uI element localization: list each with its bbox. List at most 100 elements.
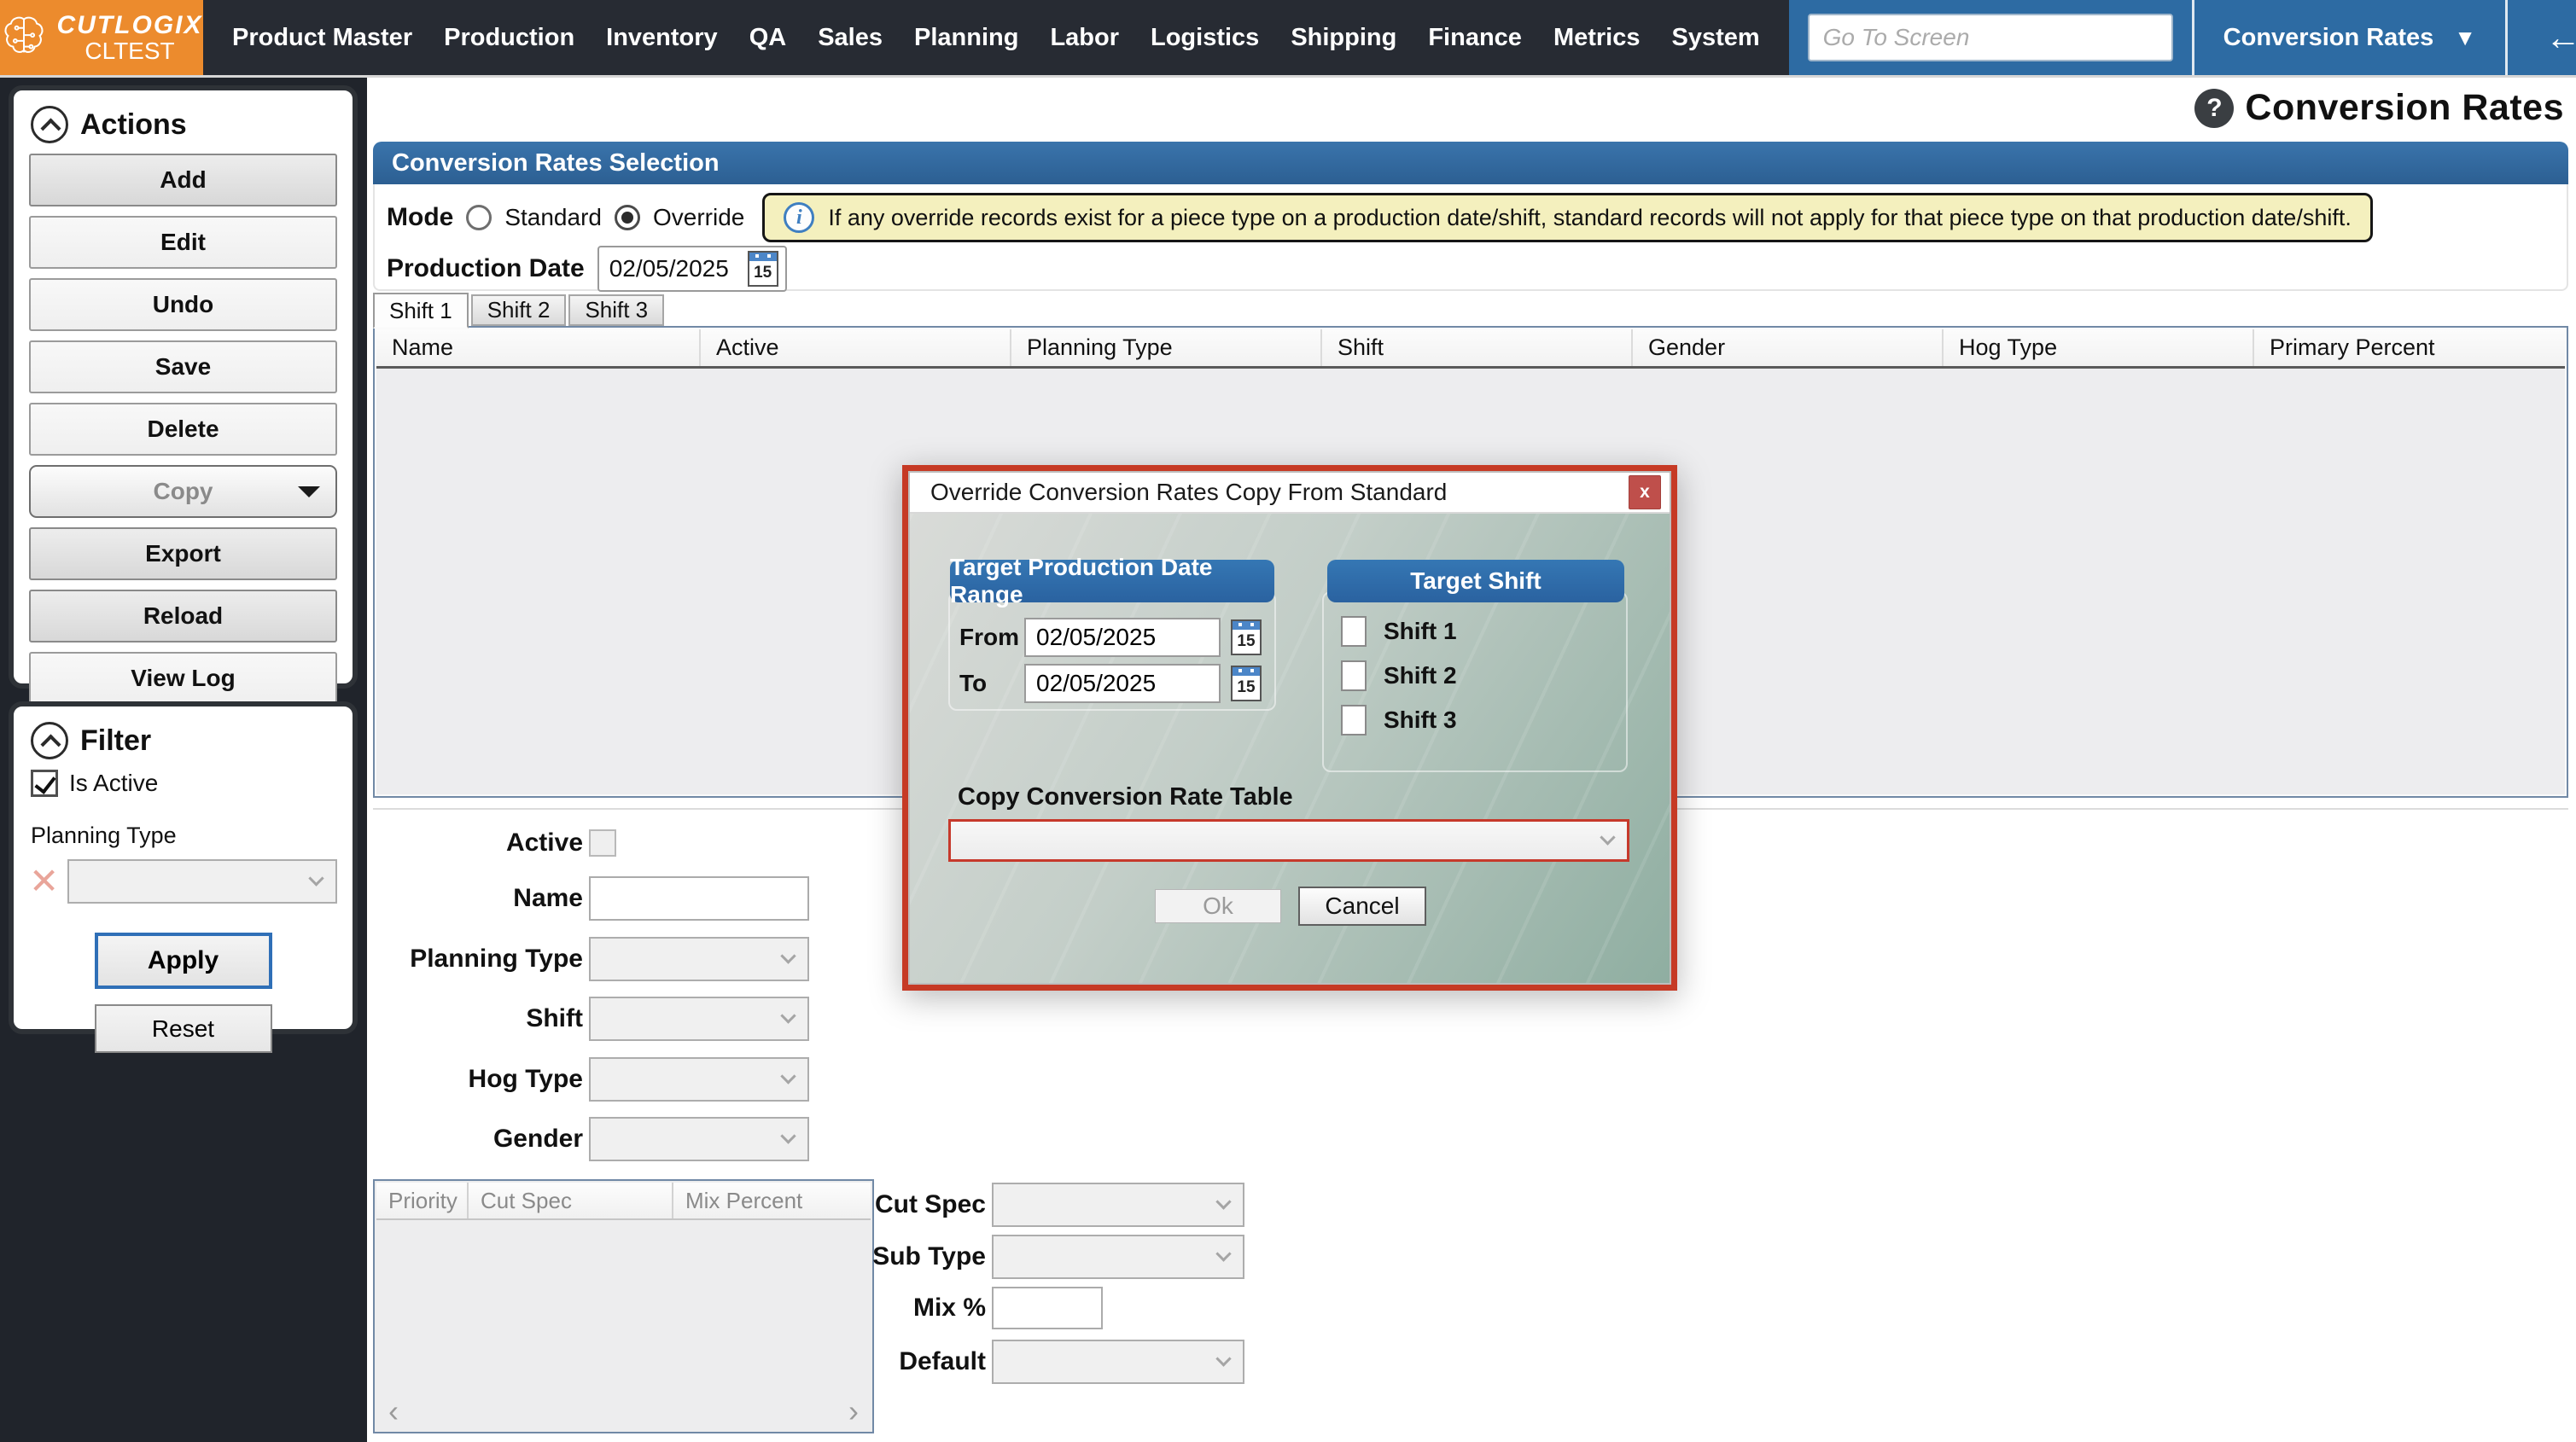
hog-type-dropdown[interactable] xyxy=(589,1057,809,1102)
planning-type-dropdown[interactable] xyxy=(589,937,809,981)
calendar-icon[interactable]: 15 xyxy=(1231,666,1262,701)
production-date-row: Production Date 15 xyxy=(387,246,787,292)
collapse-chevron-icon[interactable] xyxy=(31,106,68,143)
selection-section-body: Mode Standard Override i If any override… xyxy=(373,184,2568,291)
back-arrow-icon[interactable]: ← xyxy=(2545,20,2576,55)
col-gender[interactable]: Gender xyxy=(1633,329,1944,366)
standard-radio-label: Standard xyxy=(504,204,602,231)
collapse-chevron-icon[interactable] xyxy=(31,722,68,759)
edit-button[interactable]: Edit xyxy=(29,216,337,269)
is-active-filter: Is Active xyxy=(31,770,337,797)
export-button[interactable]: Export xyxy=(29,527,337,580)
screen-selector[interactable]: Conversion Rates ▼ xyxy=(2192,0,2505,75)
menu-system[interactable]: System xyxy=(1671,24,1759,52)
col-shift[interactable]: Shift xyxy=(1322,329,1633,366)
grid-header: Name Active Planning Type Shift Gender H… xyxy=(376,329,2565,369)
actions-panel-header: Actions xyxy=(31,106,337,143)
menu-sales[interactable]: Sales xyxy=(818,24,883,52)
menu-planning[interactable]: Planning xyxy=(914,24,1018,52)
chevron-down-icon xyxy=(1600,829,1615,845)
menu-labor[interactable]: Labor xyxy=(1050,24,1119,52)
top-bar: CUTLOGIX CLTEST Product Master Productio… xyxy=(0,0,2576,78)
name-input[interactable] xyxy=(589,876,809,921)
tab-shift-3[interactable]: Shift 3 xyxy=(568,294,664,326)
ok-button[interactable]: Ok xyxy=(1155,889,1281,923)
reload-button[interactable]: Reload xyxy=(29,590,337,643)
apply-button[interactable]: Apply xyxy=(95,933,272,989)
to-date-input[interactable] xyxy=(1024,664,1221,703)
copy-table-dropdown[interactable] xyxy=(948,819,1629,862)
menu-logistics[interactable]: Logistics xyxy=(1151,24,1259,52)
from-date-input[interactable] xyxy=(1024,618,1221,657)
standard-radio[interactable] xyxy=(466,205,492,230)
selection-section-header: Conversion Rates Selection xyxy=(373,142,2568,184)
help-icon[interactable]: ? xyxy=(2194,89,2234,128)
menu-inventory[interactable]: Inventory xyxy=(606,24,718,52)
gender-dropdown[interactable] xyxy=(589,1117,809,1161)
default-row: Default xyxy=(740,1340,1244,1384)
goto-screen-input[interactable] xyxy=(1808,14,2173,61)
override-radio-label: Override xyxy=(653,204,744,231)
to-date-row: To 15 xyxy=(959,664,1262,703)
sub-type-dropdown[interactable] xyxy=(992,1235,1244,1279)
menu-finance[interactable]: Finance xyxy=(1428,24,1522,52)
view-log-button[interactable]: View Log xyxy=(29,652,337,705)
add-button[interactable]: Add xyxy=(29,154,337,206)
dialog-title-bar[interactable]: Override Conversion Rates Copy From Stan… xyxy=(910,473,1670,514)
planning-type-row: Planning Type xyxy=(367,937,809,981)
default-dropdown[interactable] xyxy=(992,1340,1244,1384)
sub-type-row: Sub Type xyxy=(740,1235,1244,1279)
gender-label: Gender xyxy=(367,1125,583,1154)
planning-type-filter-dropdown[interactable] xyxy=(67,859,337,904)
shift2-checkbox[interactable] xyxy=(1341,660,1367,691)
cut-spec-dropdown[interactable] xyxy=(992,1183,1244,1227)
production-date-control: 15 xyxy=(597,246,787,292)
tab-shift-1[interactable]: Shift 1 xyxy=(373,293,469,329)
shift1-checkbox[interactable] xyxy=(1341,616,1367,647)
active-checkbox[interactable] xyxy=(589,829,616,857)
history-nav: ← → ✕ xyxy=(2505,0,2576,75)
menu-shipping[interactable]: Shipping xyxy=(1291,24,1396,52)
screen-selector-label: Conversion Rates xyxy=(2223,24,2434,52)
col-hog-type[interactable]: Hog Type xyxy=(1944,329,2254,366)
is-active-label: Is Active xyxy=(69,770,158,797)
override-radio[interactable] xyxy=(615,205,640,230)
dialog-close-button[interactable]: x xyxy=(1629,475,1661,509)
shift-dropdown[interactable] xyxy=(589,997,809,1041)
mode-label: Mode xyxy=(387,203,453,232)
active-row: Active xyxy=(367,829,616,858)
menu-production[interactable]: Production xyxy=(444,24,574,52)
col-planning-type[interactable]: Planning Type xyxy=(1011,329,1322,366)
col-primary-percent[interactable]: Primary Percent xyxy=(2254,329,2565,366)
app-window: CUTLOGIX CLTEST Product Master Productio… xyxy=(0,0,2576,1442)
scroll-left-icon[interactable]: ‹ xyxy=(388,1396,399,1427)
clear-filter-icon[interactable]: ✕ xyxy=(29,863,59,899)
cancel-button[interactable]: Cancel xyxy=(1298,887,1426,926)
menu-metrics[interactable]: Metrics xyxy=(1553,24,1641,52)
undo-button[interactable]: Undo xyxy=(29,278,337,331)
mix-pct-input[interactable] xyxy=(992,1287,1103,1329)
menu-product-master[interactable]: Product Master xyxy=(232,24,412,52)
save-button[interactable]: Save xyxy=(29,340,337,393)
is-active-checkbox[interactable] xyxy=(31,770,58,797)
caret-down-icon xyxy=(298,486,320,497)
scroll-right-icon[interactable]: › xyxy=(848,1396,859,1427)
copy-from-standard-dialog: Override Conversion Rates Copy From Stan… xyxy=(902,465,1677,991)
calendar-icon[interactable]: 15 xyxy=(1231,619,1262,655)
override-info-text: If any override records exist for a piec… xyxy=(828,205,2352,231)
menu-qa[interactable]: QA xyxy=(749,24,787,52)
production-date-input[interactable] xyxy=(609,255,737,282)
chevron-down-icon xyxy=(308,870,323,886)
shift-label: Shift xyxy=(367,1004,583,1033)
calendar-icon[interactable]: 15 xyxy=(748,251,778,287)
col-active[interactable]: Active xyxy=(701,329,1011,366)
col-priority[interactable]: Priority xyxy=(376,1183,469,1218)
shift3-checkbox[interactable] xyxy=(1341,705,1367,736)
reset-button[interactable]: Reset xyxy=(95,1004,272,1053)
tab-shift-2[interactable]: Shift 2 xyxy=(471,294,567,326)
col-cut-spec[interactable]: Cut Spec xyxy=(469,1183,673,1218)
copy-dropdown-button[interactable]: Copy xyxy=(29,465,337,518)
col-name[interactable]: Name xyxy=(376,329,701,366)
delete-button[interactable]: Delete xyxy=(29,403,337,456)
page-title: Conversion Rates xyxy=(2245,87,2564,129)
